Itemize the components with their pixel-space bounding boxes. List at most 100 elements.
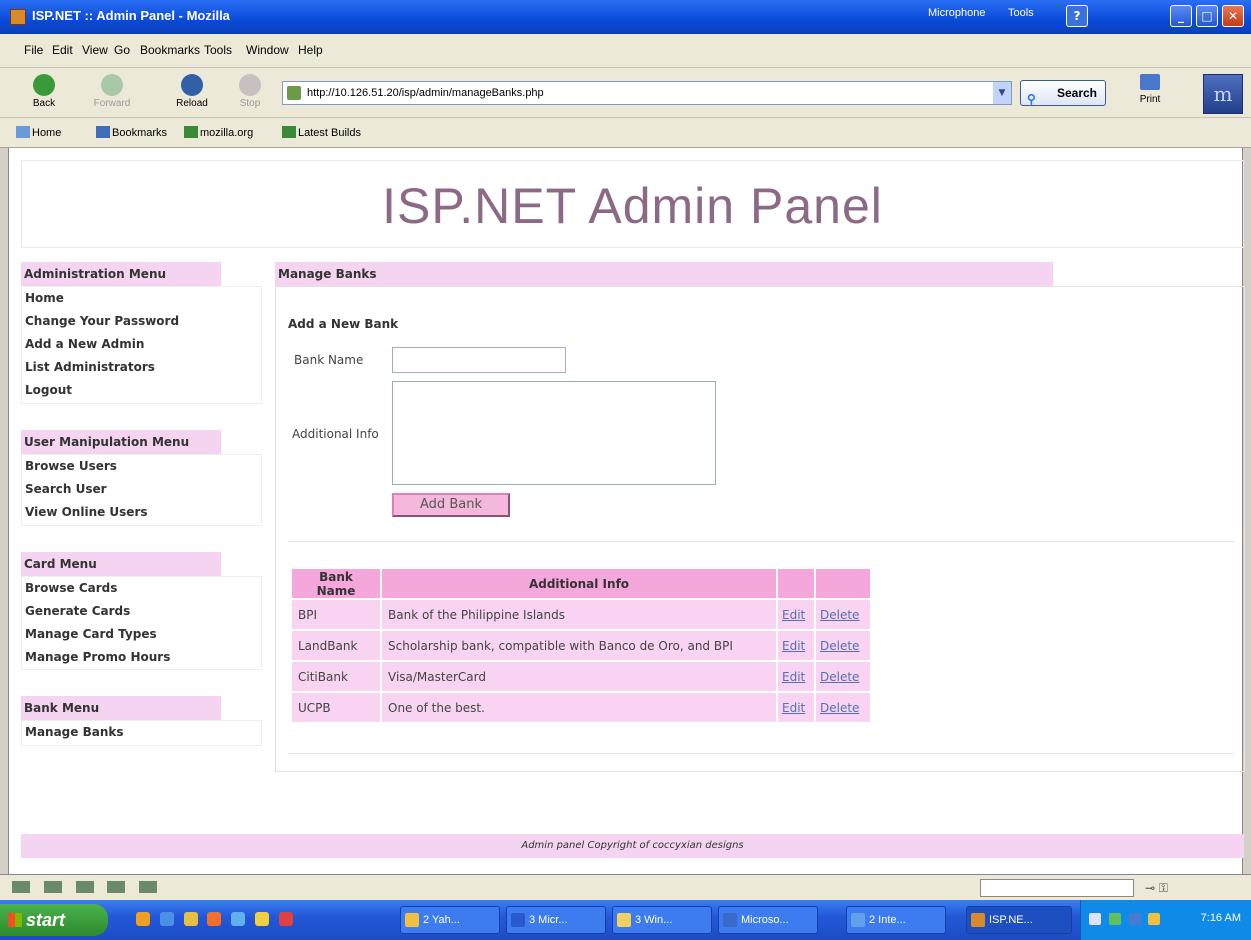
tray-icon[interactable] — [1148, 913, 1161, 925]
windows-flag-icon — [8, 913, 22, 927]
sidebar-item-logout[interactable]: Logout — [22, 379, 261, 402]
url-bar[interactable]: ▼ — [282, 81, 1012, 105]
status-bar: ⊸ ⚿ — [0, 874, 1251, 900]
table-row: BPI Bank of the Philippine Islands Edit … — [292, 600, 870, 629]
sidebar-item-change-password[interactable]: Change Your Password — [22, 310, 261, 333]
reload-icon — [181, 74, 203, 96]
system-tray: 7:16 AM — [1080, 900, 1251, 940]
reload-button[interactable]: Reload — [166, 72, 218, 114]
window-title: ISP.NET :: Admin Panel - Mozilla — [32, 8, 230, 23]
taskbar-button-isp-net[interactable]: ISP.NE... — [966, 906, 1072, 934]
sidebar-item-browse-users[interactable]: Browse Users — [22, 455, 261, 478]
additional-info-label: Additional Info — [292, 427, 379, 441]
url-dropdown-icon[interactable]: ▼ — [993, 82, 1011, 104]
delete-link[interactable]: Delete — [816, 600, 870, 629]
navigation-toolbar: Back Forward Reload Stop ▼ ⚲ Search Prin… — [0, 68, 1251, 118]
close-button[interactable]: ✕ — [1222, 5, 1244, 27]
mail-icon[interactable] — [43, 881, 62, 893]
table-row: LandBank Scholarship bank, compatible wi… — [292, 631, 870, 660]
quick-launch — [136, 912, 299, 929]
card-menu-title: Card Menu — [21, 552, 221, 576]
edit-link[interactable]: Edit — [778, 600, 814, 629]
bookmark-mozilla-org[interactable]: mozilla.org — [184, 126, 253, 139]
chat-icon[interactable] — [139, 881, 158, 893]
help-icon[interactable]: ? — [1066, 5, 1088, 27]
search-button[interactable]: ⚲ Search — [1020, 80, 1106, 106]
delete-link[interactable]: Delete — [816, 693, 870, 722]
quick-launch-icon[interactable] — [255, 912, 270, 926]
sidebar-item-home[interactable]: Home — [22, 287, 261, 310]
word-icon — [511, 913, 525, 927]
menu-bookmarks[interactable]: Bookmarks — [140, 43, 200, 57]
page-title: ISP.NET Admin Panel — [382, 178, 883, 234]
printer-icon — [1140, 74, 1160, 90]
menu-go[interactable]: Go — [114, 43, 130, 57]
minimize-button[interactable]: _ — [1170, 5, 1192, 27]
status-progress-field — [980, 879, 1134, 897]
tools-widget[interactable]: Tools — [1008, 7, 1034, 19]
bank-name-input[interactable] — [392, 347, 566, 373]
quick-launch-icon[interactable] — [159, 912, 174, 926]
quick-launch-icon[interactable] — [207, 912, 222, 926]
sidebar-item-manage-promo-hours[interactable]: Manage Promo Hours — [22, 646, 261, 669]
menu-help[interactable]: Help — [298, 43, 323, 57]
additional-info-textarea[interactable] — [392, 381, 716, 485]
quick-launch-icon[interactable] — [136, 912, 150, 926]
tray-icon[interactable] — [1128, 913, 1141, 925]
navigator-icon[interactable] — [12, 881, 30, 893]
back-button[interactable]: Back — [18, 72, 70, 114]
address-book-icon[interactable] — [107, 881, 126, 893]
print-button[interactable]: Print — [1130, 74, 1170, 105]
add-bank-button[interactable]: Add Bank — [392, 493, 510, 517]
taskbar-button-microsoft[interactable]: Microso... — [718, 906, 818, 934]
sidebar-item-manage-banks[interactable]: Manage Banks — [22, 721, 261, 744]
maximize-button[interactable]: □ — [1196, 5, 1218, 27]
forward-button[interactable]: Forward — [86, 72, 138, 114]
menu-edit[interactable]: Edit — [52, 43, 73, 57]
sidebar-item-list-administrators[interactable]: List Administrators — [22, 356, 261, 379]
taskbar: start 2 Yah... 3 Micr... 3 Win... Micros… — [0, 900, 1251, 940]
tray-icon[interactable] — [1089, 913, 1101, 925]
quick-launch-icon[interactable] — [231, 912, 246, 926]
bank-name-label: Bank Name — [294, 353, 364, 367]
add-bank-heading: Add a New Bank — [288, 317, 399, 331]
tray-icons — [1089, 913, 1164, 928]
menu-file[interactable]: File — [24, 43, 43, 57]
mozilla-throbber-icon[interactable]: m — [1203, 74, 1243, 114]
sidebar-item-browse-cards[interactable]: Browse Cards — [22, 577, 261, 600]
menu-view[interactable]: View — [82, 43, 108, 57]
column-header-edit — [778, 569, 814, 598]
folder-icon — [617, 913, 631, 927]
edit-link[interactable]: Edit — [778, 631, 814, 660]
taskbar-button-windows-explorer[interactable]: 3 Win... — [612, 906, 712, 934]
table-row: UCPB One of the best. Edit Delete — [292, 693, 870, 722]
edit-link[interactable]: Edit — [778, 662, 814, 691]
bookmark-latest-builds[interactable]: Latest Builds — [282, 126, 361, 139]
taskbar-button-internet-explorer[interactable]: 2 Inte... — [846, 906, 946, 934]
quick-launch-icon[interactable] — [183, 912, 198, 926]
bookmark-home[interactable]: Home — [16, 126, 61, 139]
edit-link[interactable]: Edit — [778, 693, 814, 722]
sidebar-item-view-online-users[interactable]: View Online Users — [22, 501, 261, 524]
menu-window[interactable]: Window — [246, 43, 289, 57]
composer-icon[interactable] — [75, 881, 94, 893]
taskbar-button-microsoft-word[interactable]: 3 Micr... — [506, 906, 606, 934]
bank-name-cell: LandBank — [292, 631, 380, 660]
start-button[interactable]: start — [0, 904, 108, 936]
sidebar-item-add-admin[interactable]: Add a New Admin — [22, 333, 261, 356]
table-header-row: Bank Name Additional Info — [292, 569, 870, 598]
menu-tools[interactable]: Tools — [204, 43, 232, 57]
sidebar-item-search-user[interactable]: Search User — [22, 478, 261, 501]
delete-link[interactable]: Delete — [816, 631, 870, 660]
bookmark-bookmarks[interactable]: Bookmarks — [96, 126, 167, 139]
stop-button[interactable]: Stop — [224, 72, 276, 114]
sidebar-item-manage-card-types[interactable]: Manage Card Types — [22, 623, 261, 646]
home-icon — [16, 126, 30, 138]
quick-launch-icon[interactable] — [278, 912, 293, 926]
delete-link[interactable]: Delete — [816, 662, 870, 691]
microphone-widget[interactable]: Microphone — [928, 7, 985, 19]
taskbar-button-yahoo[interactable]: 2 Yah... — [400, 906, 500, 934]
url-input[interactable] — [307, 84, 987, 102]
sidebar-item-generate-cards[interactable]: Generate Cards — [22, 600, 261, 623]
tray-icon[interactable] — [1108, 913, 1121, 925]
